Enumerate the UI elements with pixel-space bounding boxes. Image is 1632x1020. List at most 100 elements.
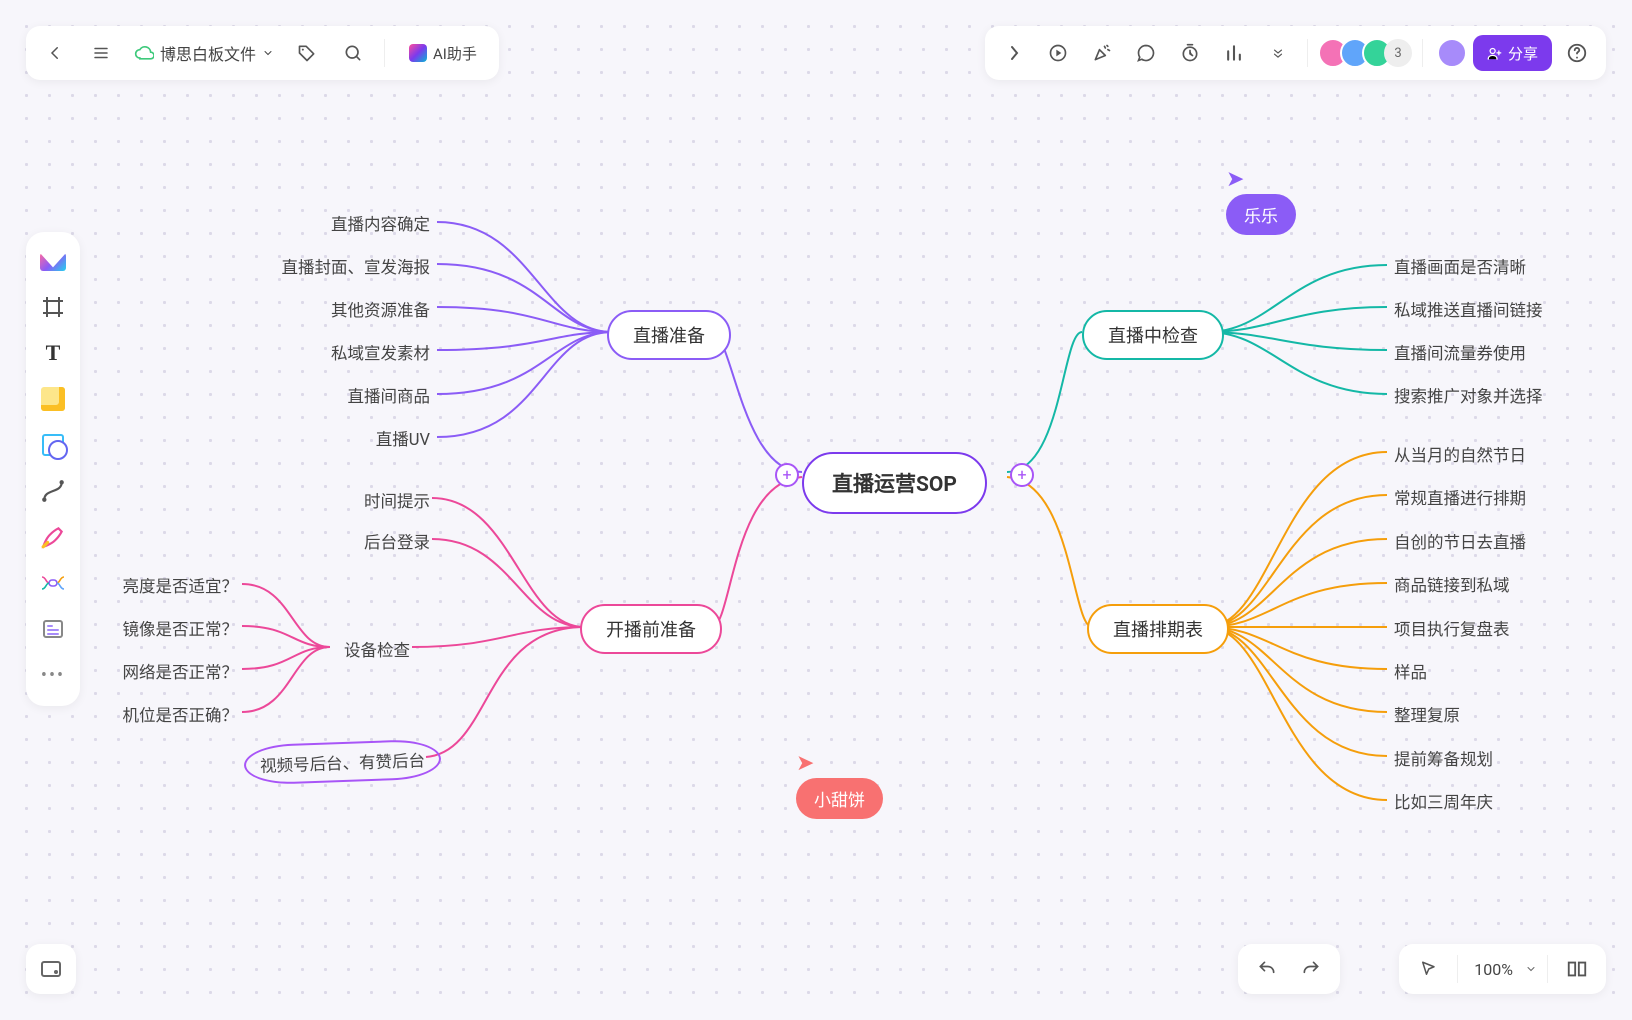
- cursor-username: 乐乐: [1226, 194, 1296, 235]
- canvas-stage[interactable]: 直播运营SOP + + 直播准备 开播前准备 直播中检查 直播排期表 直播内容确…: [12, 12, 1620, 1008]
- text-tool-button[interactable]: T: [32, 332, 74, 374]
- branch-node-during[interactable]: 直播中检查: [1082, 310, 1224, 360]
- help-icon: [1566, 42, 1588, 64]
- text-icon: T: [46, 340, 61, 366]
- leaf-text[interactable]: 时间提示: [364, 488, 430, 512]
- user-cursor: ➤ 乐乐: [1226, 174, 1296, 235]
- help-button[interactable]: [1558, 34, 1596, 72]
- zoom-level-text[interactable]: 100%: [1468, 960, 1519, 979]
- node-label: 直播运营SOP: [832, 468, 957, 498]
- undo-button[interactable]: [1248, 950, 1286, 988]
- poll-button[interactable]: [1215, 34, 1253, 72]
- expand-button[interactable]: [995, 34, 1033, 72]
- leaf-text[interactable]: 其他资源准备: [331, 297, 430, 321]
- back-button[interactable]: [36, 34, 74, 72]
- mindmap-tool-button[interactable]: [32, 562, 74, 604]
- redo-icon: [1301, 959, 1321, 979]
- timer-button[interactable]: [1171, 34, 1209, 72]
- leaf-text[interactable]: 后台登录: [364, 529, 430, 553]
- leaf-text[interactable]: 自创的节日去直播: [1394, 529, 1526, 553]
- leaf-text[interactable]: 样品: [1394, 659, 1427, 683]
- frame-icon: [41, 295, 65, 319]
- leaf-text[interactable]: 网络是否正常？: [123, 659, 239, 683]
- leaf-text[interactable]: 镜像是否正常？: [123, 616, 239, 640]
- leaf-text[interactable]: 直播间流量券使用: [1394, 340, 1526, 364]
- left-toolbar: T •••: [26, 232, 80, 706]
- menu-button[interactable]: [82, 34, 120, 72]
- leaf-text[interactable]: 从当月的自然节日: [1394, 442, 1526, 466]
- add-node-right-button[interactable]: +: [1010, 463, 1034, 487]
- undo-icon: [1257, 959, 1277, 979]
- leaf-text[interactable]: 搜索推广对象并选择: [1394, 383, 1543, 407]
- branch-node-prep[interactable]: 直播准备: [607, 310, 731, 360]
- app-logo[interactable]: [32, 242, 74, 282]
- more-tools-button[interactable]: [1259, 34, 1297, 72]
- search-button[interactable]: [334, 34, 372, 72]
- share-button[interactable]: 分享: [1473, 35, 1552, 71]
- leaf-text[interactable]: 亮度是否适宜？: [123, 573, 239, 597]
- menu-icon: [92, 44, 110, 62]
- branch-node-prebroadcast[interactable]: 开播前准备: [580, 604, 722, 654]
- template-icon: [41, 617, 65, 641]
- leaf-text[interactable]: 常规直播进行排期: [1394, 485, 1526, 509]
- fit-view-button[interactable]: [1558, 950, 1596, 988]
- leaf-text[interactable]: 提前筹备规划: [1394, 746, 1493, 770]
- chevron-down-icon[interactable]: [1525, 963, 1537, 975]
- play-circle-icon: [1048, 43, 1068, 63]
- present-button[interactable]: [1039, 34, 1077, 72]
- branch-node-schedule[interactable]: 直播排期表: [1087, 604, 1229, 654]
- chat-icon: [1136, 43, 1156, 63]
- leaf-text[interactable]: 整理复原: [1394, 702, 1460, 726]
- redo-button[interactable]: [1292, 950, 1330, 988]
- leaf-text[interactable]: 直播间商品: [348, 383, 431, 407]
- cursor-username: 小甜饼: [796, 778, 883, 819]
- book-open-icon: [1566, 958, 1588, 980]
- frame-tool-button[interactable]: [32, 286, 74, 328]
- template-tool-button[interactable]: [32, 608, 74, 650]
- header-right-toolbar: 3 分享: [985, 26, 1606, 80]
- header-left-toolbar: 博思白板文件 AI助手: [26, 26, 499, 80]
- minimap-icon: [39, 957, 63, 981]
- pen-tool-button[interactable]: [32, 516, 74, 558]
- leaf-text[interactable]: 私域推送直播间链接: [1394, 297, 1543, 321]
- more-tools-button[interactable]: •••: [32, 654, 74, 696]
- leaf-text[interactable]: 私域宣发素材: [331, 340, 430, 364]
- leaf-text[interactable]: 直播内容确定: [331, 211, 430, 235]
- leaf-circled[interactable]: 视频号后台、有赞后台: [243, 739, 441, 786]
- timer-icon: [1180, 43, 1200, 63]
- leaf-text[interactable]: 直播封面、宣发海报: [282, 254, 431, 278]
- add-node-left-button[interactable]: +: [775, 463, 799, 487]
- leaf-text[interactable]: 直播UV: [376, 426, 430, 450]
- ai-assistant-button[interactable]: AI助手: [397, 34, 489, 72]
- shape-tool-button[interactable]: [32, 424, 74, 466]
- tag-button[interactable]: [288, 34, 326, 72]
- leaf-text[interactable]: 比如三周年庆: [1394, 789, 1493, 813]
- mindmap-root-node[interactable]: 直播运营SOP: [802, 452, 987, 514]
- leaf-text[interactable]: 直播画面是否清晰: [1394, 254, 1526, 278]
- current-user-avatar[interactable]: [1437, 38, 1467, 68]
- leaf-device-check[interactable]: 设备检查: [344, 637, 410, 661]
- celebrate-button[interactable]: [1083, 34, 1121, 72]
- ai-logo-icon: [409, 44, 427, 62]
- collaborator-avatars[interactable]: 3: [1318, 38, 1412, 68]
- sticky-note-icon: [41, 387, 65, 411]
- chevron-right-icon: [1009, 45, 1019, 61]
- party-icon: [1092, 43, 1112, 63]
- file-name-dropdown[interactable]: 博思白板文件: [128, 41, 280, 65]
- mindmap-icon: [39, 571, 67, 595]
- sticky-note-button[interactable]: [32, 378, 74, 420]
- connector-tool-button[interactable]: [32, 470, 74, 512]
- minimap-button[interactable]: [26, 944, 76, 994]
- tag-icon: [297, 43, 317, 63]
- cursor-icon: [1419, 960, 1437, 978]
- user-cursor: ➤ 小甜饼: [796, 758, 883, 819]
- avatar-overflow-count: 3: [1384, 39, 1412, 67]
- more-icon: •••: [41, 665, 65, 686]
- leaf-text[interactable]: 商品链接到私域: [1394, 572, 1510, 596]
- cursor-mode-button[interactable]: [1409, 950, 1447, 988]
- search-icon: [343, 43, 363, 63]
- chevron-down-icon: [1271, 46, 1285, 60]
- comment-button[interactable]: [1127, 34, 1165, 72]
- leaf-text[interactable]: 项目执行复盘表: [1394, 616, 1510, 640]
- leaf-text[interactable]: 机位是否正确？: [123, 702, 239, 726]
